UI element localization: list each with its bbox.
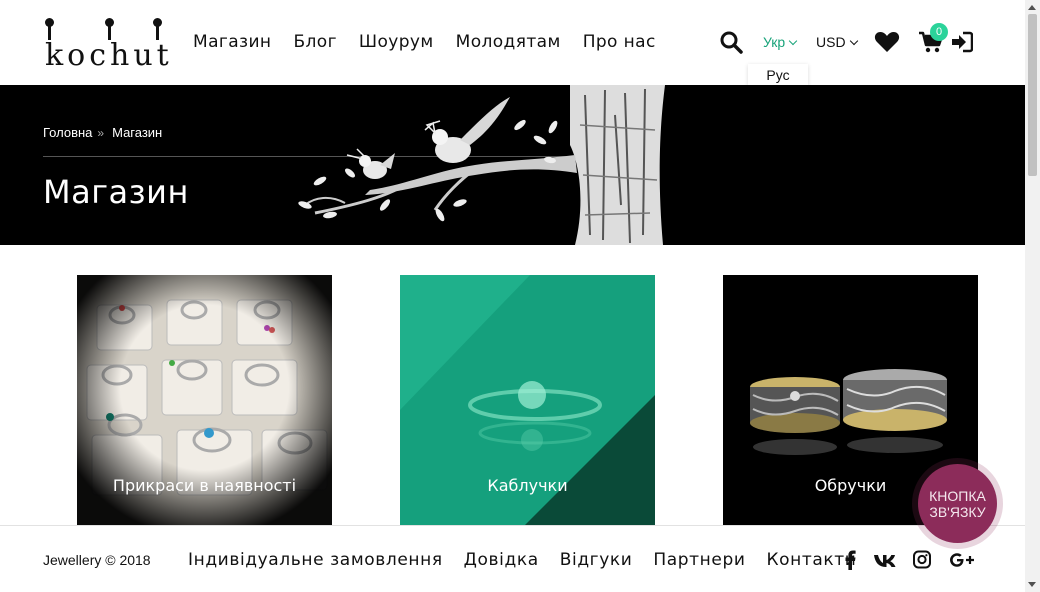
page-title: Магазин: [43, 173, 189, 211]
contact-button-label: КНОПКА: [929, 487, 986, 504]
nav-item-shop[interactable]: Магазин: [193, 32, 271, 52]
tree-birds-illustration: [298, 85, 665, 245]
double-chevron-right-icon: »: [97, 125, 105, 140]
page-banner: Головна » Магазин Магазин: [0, 85, 1025, 245]
footer-nav: Індивідуальне замовлення Довідка Відгуки…: [188, 550, 877, 570]
facebook-icon[interactable]: [840, 550, 862, 570]
language-selector[interactable]: Укр: [763, 34, 798, 50]
site-logo[interactable]: kochut: [45, 18, 169, 73]
contact-button[interactable]: КНОПКА ЗВ'ЯЗКУ: [918, 464, 997, 543]
category-label: Прикраси в наявності: [112, 476, 297, 495]
nav-item-about[interactable]: Про нас: [583, 32, 656, 52]
category-label: Каблучки: [487, 476, 568, 495]
page-scrollbar[interactable]: [1025, 0, 1040, 592]
copyright-text: Jewellery © 2018: [43, 552, 151, 568]
login-icon[interactable]: [951, 31, 973, 53]
scrollbar-thumb[interactable]: [1028, 14, 1037, 176]
site-header: kochut Магазин Блог Шоурум Молодятам Про…: [0, 0, 1025, 86]
breadcrumb: Головна » Магазин: [43, 125, 162, 140]
breadcrumb-current: Магазин: [112, 125, 163, 140]
footer-link-partners[interactable]: Партнери: [653, 550, 745, 570]
wishlist-heart-icon[interactable]: [874, 30, 900, 54]
category-card-rings[interactable]: Каблучки: [400, 275, 655, 525]
nav-item-blog[interactable]: Блог: [293, 32, 336, 52]
nav-item-newlyweds[interactable]: Молодятам: [456, 32, 561, 52]
vk-icon[interactable]: [873, 550, 897, 570]
scroll-down-arrow-icon[interactable]: [1028, 582, 1036, 587]
scroll-up-arrow-icon[interactable]: [1028, 5, 1036, 10]
footer-link-reviews[interactable]: Відгуки: [560, 550, 633, 570]
currency-current: USD: [816, 34, 846, 50]
logo-text: kochut: [45, 38, 173, 73]
chevron-down-icon: [849, 36, 858, 46]
footer-link-help[interactable]: Довідка: [464, 550, 539, 570]
site-footer: Jewellery © 2018 Індивідуальне замовленн…: [0, 525, 1025, 592]
chevron-down-icon: [788, 36, 798, 46]
language-current: Укр: [763, 34, 786, 50]
main-nav: Магазин Блог Шоурум Молодятам Про нас: [193, 32, 678, 52]
category-card-in-stock[interactable]: Прикраси в наявності: [77, 275, 332, 525]
cart-count-badge: 0: [930, 23, 948, 41]
search-icon[interactable]: [719, 30, 743, 54]
contact-button-label: ЗВ'ЯЗКУ: [929, 503, 986, 520]
breadcrumb-home[interactable]: Головна: [43, 125, 92, 140]
footer-link-custom-order[interactable]: Індивідуальне замовлення: [188, 550, 443, 570]
instagram-icon[interactable]: [911, 550, 933, 570]
language-option-rus[interactable]: Рус: [748, 64, 808, 86]
currency-selector[interactable]: USD: [816, 34, 858, 50]
nav-item-showroom[interactable]: Шоурум: [359, 32, 434, 52]
google-plus-icon[interactable]: [949, 550, 975, 570]
